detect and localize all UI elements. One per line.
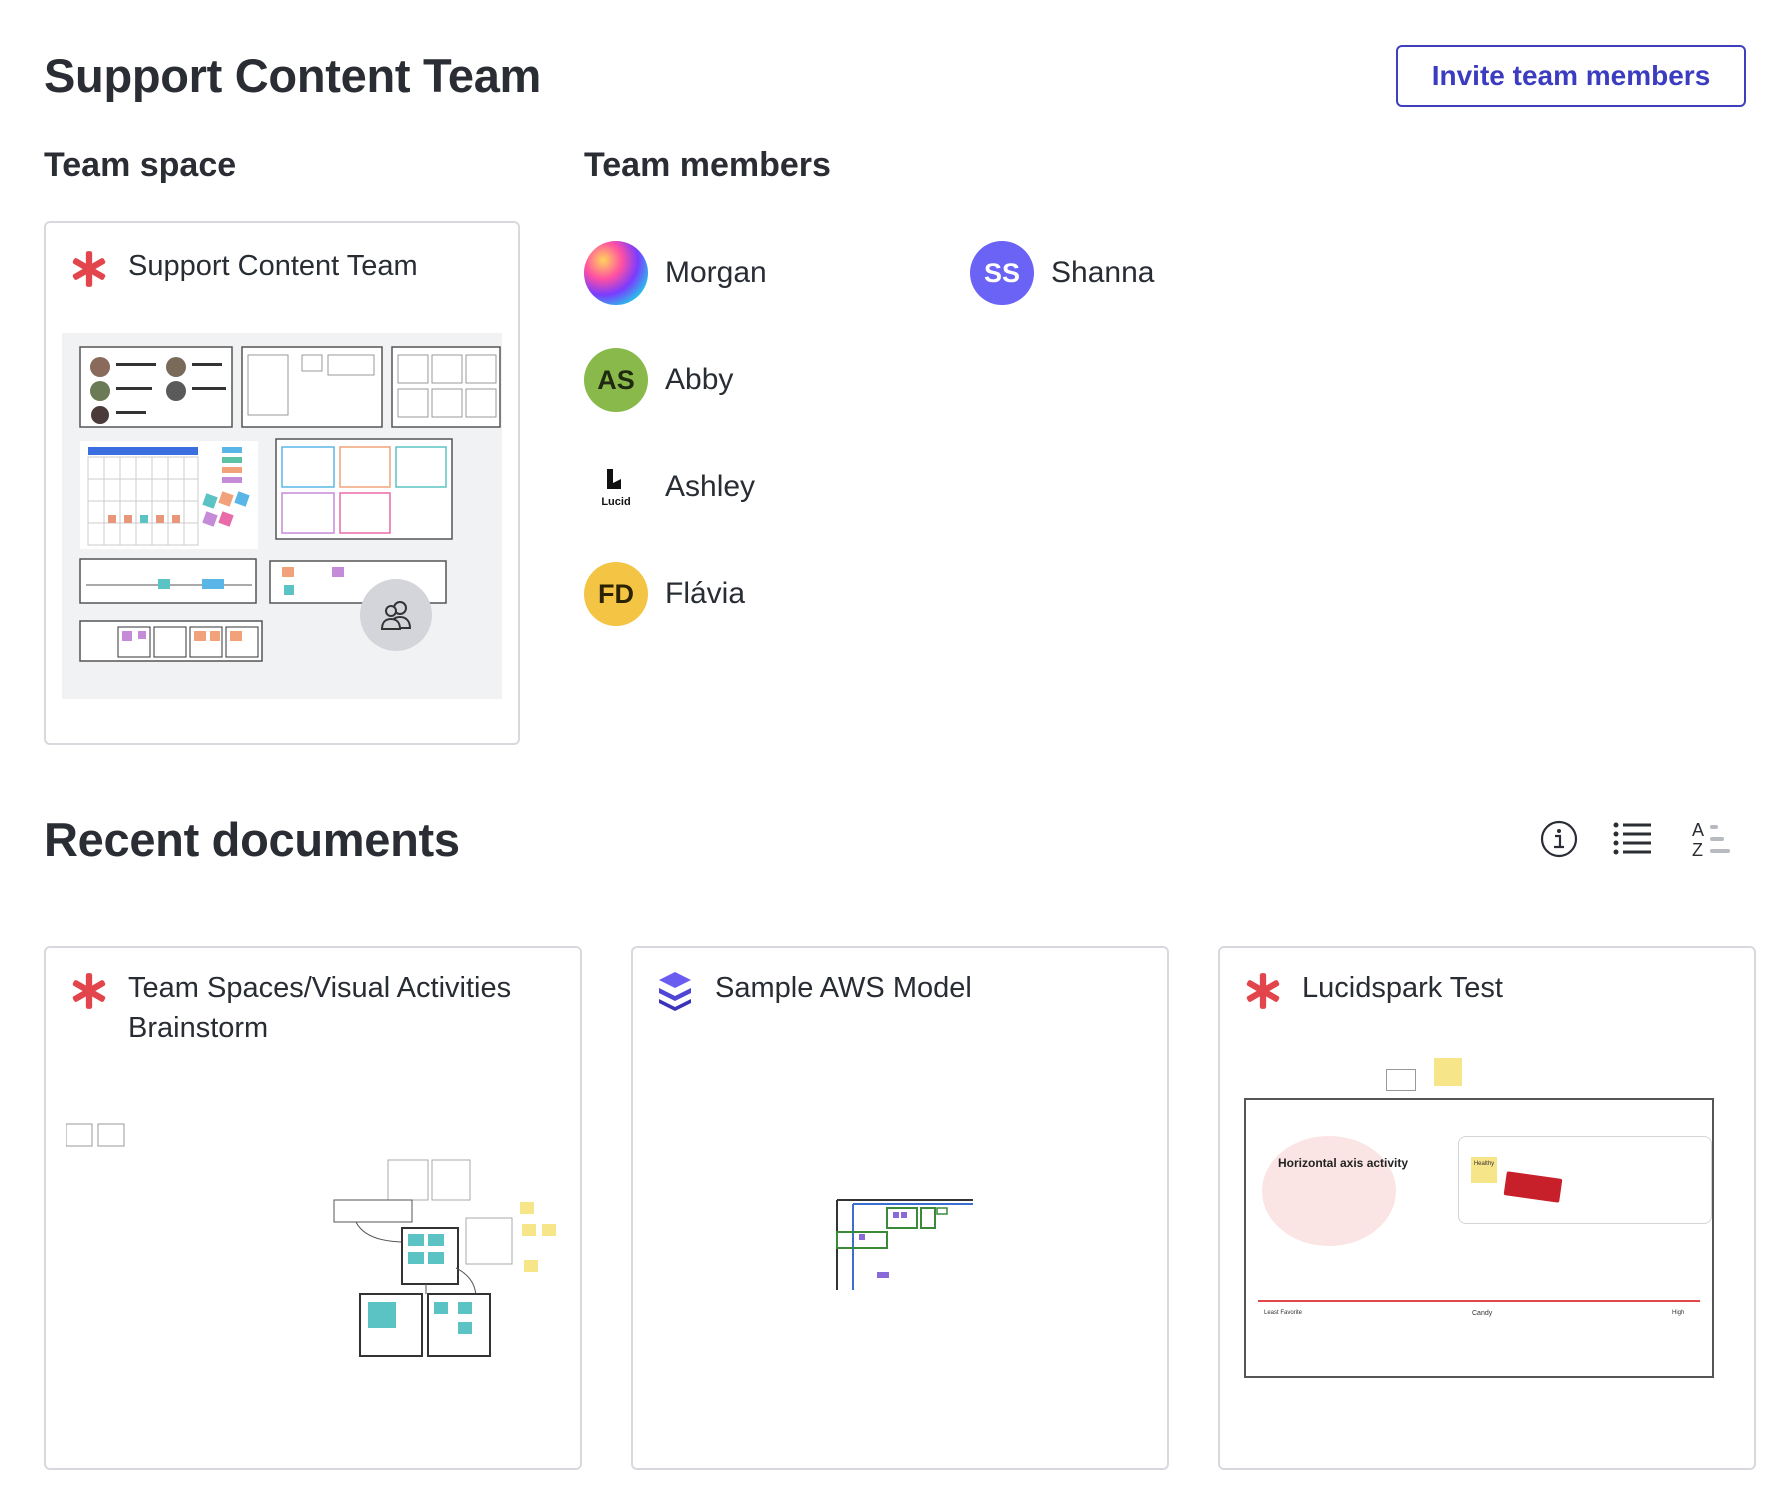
list-view-icon[interactable] [1612,819,1652,859]
lucidspark-asterisk-icon [1246,973,1280,1009]
axis-label-mid: Candy [1472,1310,1493,1317]
preview-sticky-note [1434,1058,1462,1086]
member-ashley[interactable]: Lucid Ashley [584,454,755,520]
lucid-logo-avatar: Lucid [584,455,648,519]
document-title-line-1: Lucidspark Test [1302,972,1503,1004]
member-morgan[interactable]: Morgan [584,240,767,306]
avatar [584,241,648,305]
document-card[interactable]: Sample AWS Model [631,946,1169,1470]
svg-text:A: A [1692,820,1704,840]
avatar: AS [584,348,648,412]
candy-wrapper [1503,1171,1563,1203]
team-space-heading: Team space [44,146,237,184]
axis-label-right: High [1672,1310,1685,1316]
document-title-line-2: Brainstorm [128,1012,269,1044]
invite-team-members-button[interactable]: Invite team members [1396,45,1746,107]
lucid-logo-icon [607,468,621,489]
member-name: Flávia [665,577,746,610]
preview-sticky: Healthy [1471,1157,1497,1183]
lucidspark-asterisk-icon [72,251,106,287]
page-title: Support Content Team [44,49,542,102]
info-icon[interactable] [1539,819,1579,859]
document-title-line-1: Sample AWS Model [715,972,972,1004]
document-title-line-1: Team Spaces/Visual Activities [128,972,512,1004]
document-preview [836,1199,973,1290]
axis-label-left: Least Favorite [1264,1310,1303,1316]
team-members-heading: Team members [584,146,831,184]
member-flavia[interactable]: FD Flávia [584,561,745,627]
member-name: Morgan [665,256,767,289]
avatar: FD [584,562,648,626]
member-name: Shanna [1051,256,1155,289]
sort-az-icon[interactable]: A Z [1690,817,1734,861]
activity-blob [1262,1136,1396,1246]
member-name: Abby [665,363,734,396]
preview-shape [1386,1069,1416,1091]
member-abby[interactable]: AS Abby [584,347,733,413]
team-space-card-title: Support Content Team [128,250,418,282]
member-name: Ashley [665,470,756,503]
preview-card: Healthy [1458,1136,1712,1224]
avatar: SS [970,241,1034,305]
lucidspark-asterisk-icon [72,973,106,1009]
document-card[interactable]: Team Spaces/Visual Activities Brainstorm [44,946,582,1470]
team-space-board-preview [62,333,502,699]
axis-line [1258,1300,1700,1302]
document-preview [66,1123,556,1357]
activity-label: Horizontal axis activity [1278,1156,1409,1170]
lucidscale-layers-icon [659,972,691,1011]
recent-documents-heading: Recent documents [44,813,460,866]
team-space-card[interactable]: Support Content Team [44,221,520,745]
member-shanna[interactable]: SS Shanna [970,240,1154,306]
horizontal-axis-frame: Horizontal axis activity Healthy Least F… [1244,1098,1714,1378]
document-card[interactable]: Lucidspark Test Horizontal axis activity… [1218,946,1756,1470]
team-people-icon[interactable] [360,579,432,651]
svg-text:Z: Z [1692,840,1703,860]
